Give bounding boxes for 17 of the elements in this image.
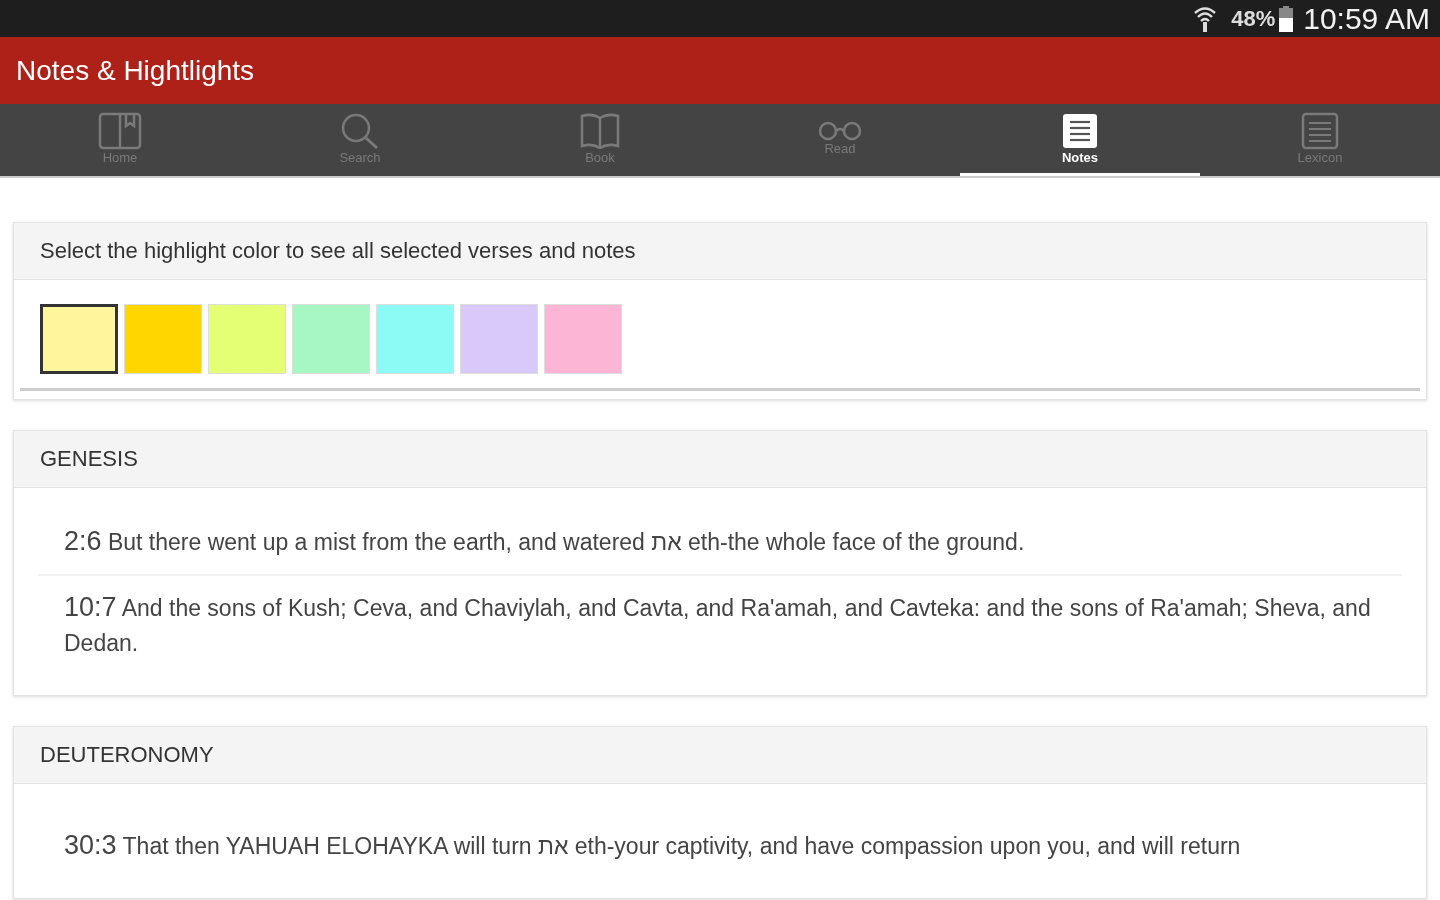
battery-percent: 48% [1231, 5, 1276, 32]
nav-tab[interactable]: Notes [960, 104, 1200, 176]
clock: 10:59 AM [1303, 1, 1430, 36]
app-title: Notes & Hightlights [16, 54, 255, 87]
verse-text[interactable]: 10:7 And the sons of Kush; Ceva, and Chaviylah, and Cavta, and Ra'amah, and Cavteka: and the sons of Ra'amah; Sheva, and Dedan. [38, 576, 1402, 675]
glasses-icon [818, 121, 862, 141]
color-swatch[interactable] [40, 304, 118, 374]
list-icon [1301, 112, 1339, 150]
notes-icon [1061, 112, 1099, 150]
book-heading: GENESIS [40, 446, 138, 472]
book-heading: DEUTERONOMY [40, 742, 214, 768]
battery-icon [1279, 5, 1294, 32]
wifi-icon [1193, 4, 1218, 33]
card-heading: Select the highlight color to see all selected verses and notes [40, 238, 636, 264]
search-icon [340, 112, 380, 150]
open-book-icon [580, 112, 620, 150]
book-icon [98, 112, 142, 150]
